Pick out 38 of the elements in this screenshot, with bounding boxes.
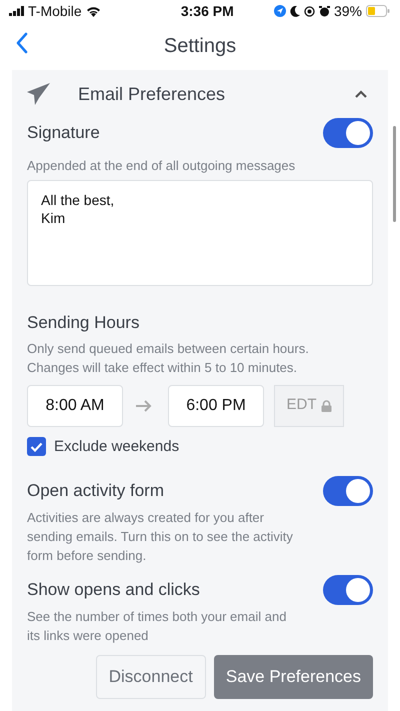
disconnect-button[interactable]: Disconnect — [96, 655, 206, 699]
carrier-name: T-Mobile — [28, 2, 82, 20]
setting-label: Sending Hours — [27, 312, 140, 334]
status-time: 3:36 PM — [180, 2, 234, 20]
lock-icon — [320, 400, 332, 412]
signal-icon — [9, 6, 24, 16]
setting-label: Open activity form — [27, 480, 164, 502]
end-time-field[interactable]: 6:00 PM — [168, 384, 264, 426]
checkbox[interactable] — [27, 437, 46, 456]
location-icon — [274, 5, 286, 17]
wifi-icon — [86, 6, 101, 16]
save-button[interactable]: Save Preferences — [214, 655, 373, 699]
check-icon — [30, 442, 43, 452]
setting-description: Only send queued emails between certain hours. Changes will take effect within 5 to 10 minutes. — [27, 340, 310, 376]
checkbox-label[interactable]: Exclude weekends — [54, 436, 180, 458]
setting-description: Appended at the end of all outgoing messages — [27, 157, 296, 175]
page-title: Settings — [164, 34, 236, 59]
setting-label: Show opens and clicks — [27, 579, 200, 602]
section-title: Email Preferences — [78, 82, 226, 106]
setting-description: See the number of times both your email and its links were opened — [27, 608, 288, 645]
timezone-text: EDT — [286, 395, 316, 416]
back-icon — [16, 32, 28, 54]
signature-field[interactable]: All the best, Kim — [27, 180, 373, 286]
setting-label: Signature — [27, 122, 100, 144]
back-button[interactable] — [16, 31, 28, 55]
start-time-field[interactable]: 8:00 AM — [27, 384, 123, 426]
battery-icon — [366, 5, 390, 17]
setting-description: Activities are always created for you after sending emails. Turn this on to see the activity form before sending. — [27, 509, 294, 565]
toggle-switch[interactable] — [323, 118, 373, 148]
arrow-right-icon — [135, 398, 153, 412]
lock-rotation-icon — [304, 6, 315, 16]
paper-plane-icon — [27, 83, 51, 105]
moon-icon — [290, 6, 300, 16]
section-header[interactable]: Email Preferences — [27, 70, 373, 118]
toggle-switch[interactable] — [323, 575, 373, 605]
battery-percent: 39% — [334, 2, 362, 20]
alarm-icon — [318, 6, 330, 16]
toggle-switch[interactable] — [323, 476, 373, 506]
